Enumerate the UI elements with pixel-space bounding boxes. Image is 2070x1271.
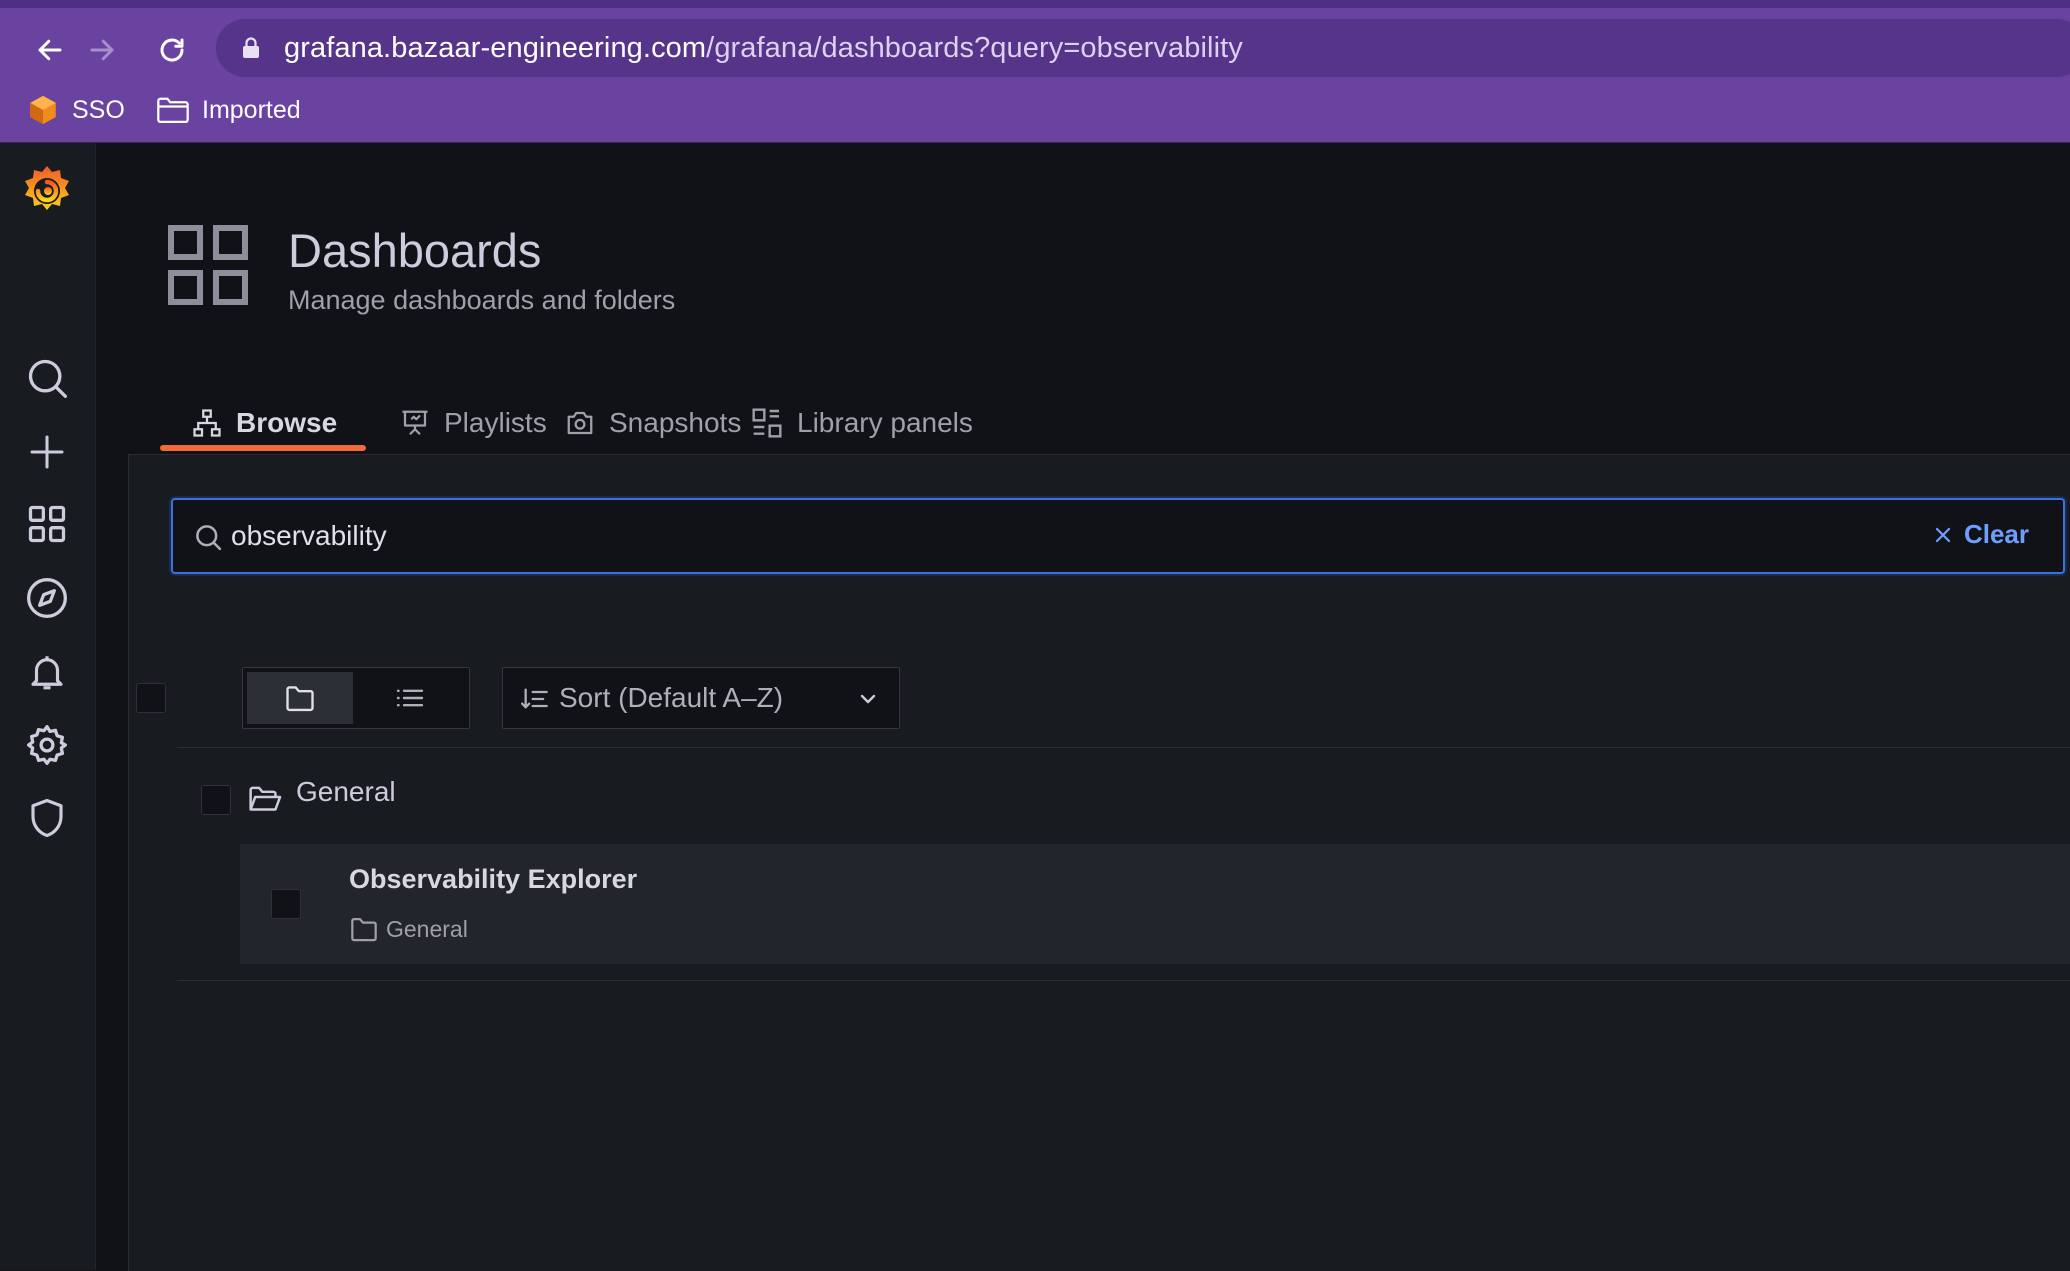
folder-name[interactable]: General: [296, 776, 396, 808]
sidemenu-create[interactable]: [19, 424, 75, 480]
sort-picker[interactable]: Sort (Default A–Z): [502, 667, 900, 729]
browser-chrome: grafana.bazaar-engineering.com/grafana/d…: [0, 0, 2070, 143]
plus-icon: [30, 435, 64, 469]
sort-label: Sort (Default A–Z): [559, 682, 784, 713]
folder-view-button[interactable]: [247, 672, 353, 724]
sidemenu-alerting[interactable]: [19, 644, 75, 700]
gear-icon: [27, 725, 67, 765]
dashboards-icon: [168, 225, 248, 305]
search-icon: [196, 525, 222, 551]
address-bar[interactable]: grafana.bazaar-engineering.com/grafana/d…: [216, 19, 2070, 77]
active-tab-indicator: [160, 445, 366, 451]
sidemenu-search[interactable]: [19, 350, 75, 406]
dashboards-icon: [28, 505, 66, 543]
sitemap-icon: [193, 409, 221, 437]
tab-label: Snapshots: [609, 407, 742, 438]
library-panels-icon: [752, 408, 782, 438]
lock-icon: [243, 37, 259, 58]
list-view-button[interactable]: [357, 672, 463, 724]
sidemenu-admin[interactable]: [19, 790, 75, 846]
list-icon: [396, 689, 424, 707]
grafana-home-link[interactable]: [19, 163, 75, 219]
close-icon: [1935, 527, 1951, 542]
forward-button[interactable]: [82, 30, 122, 70]
sidemenu-dashboards[interactable]: [19, 496, 75, 552]
folder-icon: [286, 686, 314, 712]
bookmark-imported[interactable]: Imported: [156, 90, 301, 130]
bookmark-label: SSO: [72, 95, 125, 124]
search-input[interactable]: [231, 514, 1731, 558]
grafana-logo: [25, 166, 69, 210]
cube-icon: [30, 95, 56, 125]
sidemenu-configuration[interactable]: [19, 717, 75, 773]
folder-open-icon: [249, 786, 282, 811]
page-title: Dashboards: [288, 224, 542, 277]
folder-icon: [351, 917, 377, 942]
camera-icon: [567, 411, 593, 435]
reload-icon: [160, 38, 184, 62]
select-all-checkbox[interactable]: [136, 683, 166, 713]
page-subtitle: Manage dashboards and folders: [288, 285, 676, 315]
dashboard-folder: General: [386, 916, 468, 942]
folder-icon: [157, 97, 189, 124]
sidemenu-explore[interactable]: [19, 570, 75, 626]
folder-checkbox[interactable]: [201, 785, 231, 815]
search-box[interactable]: Clear: [171, 498, 2065, 574]
reload-button[interactable]: [152, 30, 192, 70]
back-button[interactable]: [30, 30, 70, 70]
bookmark-sso[interactable]: SSO: [26, 90, 125, 130]
search-results: General Observability Explorer General: [177, 747, 2070, 981]
search-icon: [28, 359, 67, 398]
url-text: grafana.bazaar-engineering.com/grafana/d…: [284, 32, 1243, 65]
tab-label: Library panels: [797, 407, 973, 438]
dashboard-checkbox[interactable]: [271, 889, 301, 919]
dashboard-title[interactable]: Observability Explorer: [349, 864, 637, 895]
tab-playlists[interactable]: Playlists: [400, 393, 547, 453]
tab-label: Browse: [236, 407, 338, 438]
tab-label: Playlists: [444, 407, 547, 438]
side-menu: [0, 143, 96, 1270]
tab-snapshots[interactable]: Snapshots: [565, 393, 741, 453]
tab-browse[interactable]: Browse: [192, 393, 337, 453]
explore-compass-icon: [27, 578, 67, 618]
view-mode-toggle: [242, 667, 470, 729]
arrow-left-icon: [38, 39, 62, 61]
alert-bell-icon: [31, 656, 63, 690]
url-host: grafana.bazaar-engineering.com: [284, 32, 707, 64]
bookmark-label: Imported: [202, 95, 301, 124]
url-path: /grafana/dashboards?query=observability: [706, 32, 1243, 64]
chevron-down-icon: [860, 694, 876, 704]
dashboard-row[interactable]: Observability Explorer General: [240, 844, 2070, 964]
clear-label: Clear: [1963, 519, 2029, 549]
tab-library-panels[interactable]: Library panels: [751, 393, 973, 453]
clear-search-button[interactable]: Clear: [1934, 519, 2029, 550]
sort-icon: [521, 688, 548, 709]
browse-panel: Clear Sort (Default A–Z) General Observa…: [128, 454, 2070, 1271]
presentation-icon: [402, 410, 428, 436]
shield-icon: [31, 798, 63, 838]
arrow-right-icon: [90, 39, 114, 61]
main-area: Dashboards Manage dashboards and folders…: [96, 143, 2070, 1271]
